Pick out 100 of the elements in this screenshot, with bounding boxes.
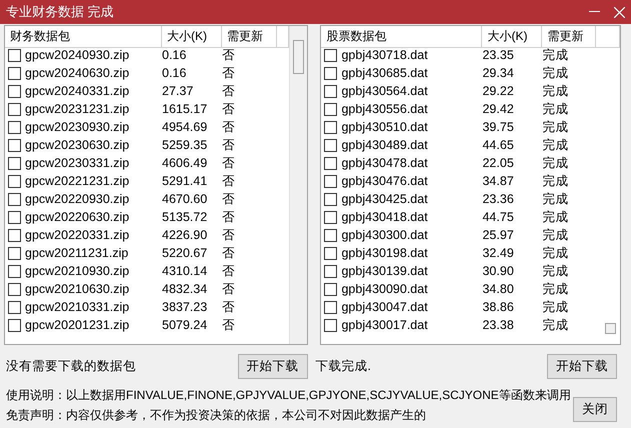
checkbox[interactable] (8, 210, 21, 224)
file-size: 4670.60 (162, 192, 208, 206)
checkbox[interactable] (8, 246, 21, 260)
update-status: 否 (222, 46, 236, 64)
file-name: gpbj430510.dat (341, 120, 428, 134)
note-text: 使用说明：以上数据用FINVALUE,FINONE,GPJYVALUE,GPJYONE,SCJYVALUE,SCJYONE等函数来调用 (6, 387, 571, 404)
column-header[interactable]: 财务数据包 (5, 26, 162, 48)
column-header[interactable]: 需更新 (542, 26, 596, 48)
update-status: 否 (222, 82, 236, 100)
checkbox[interactable] (324, 84, 338, 98)
file-name: gpbj430139.dat (341, 264, 428, 278)
file-name: gpcw20210630.zip (25, 282, 130, 296)
start-download-button[interactable]: 开始下载 (547, 354, 617, 378)
close-button[interactable]: 关闭 (573, 397, 617, 422)
checkbox[interactable] (324, 48, 338, 62)
file-name: gpbj430047.dat (341, 300, 428, 314)
file-name: gpbj430718.dat (341, 48, 428, 62)
start-download-button[interactable]: 开始下载 (238, 354, 308, 378)
checkbox[interactable] (8, 192, 21, 206)
file-size: 4310.14 (162, 264, 208, 278)
file-size: 23.35 (482, 48, 515, 62)
file-size: 44.65 (482, 138, 515, 152)
checkbox[interactable] (324, 66, 338, 80)
file-name: gpcw20240630.zip (25, 66, 130, 80)
file-size: 27.37 (162, 84, 194, 98)
file-name: gpcw20231231.zip (25, 102, 130, 116)
file-name: gpbj430418.dat (341, 210, 428, 224)
checkbox[interactable] (8, 156, 21, 170)
file-name: gpbj430556.dat (341, 102, 428, 116)
update-status: 否 (222, 118, 236, 136)
update-status: 否 (222, 226, 236, 244)
checkbox[interactable] (8, 66, 21, 80)
file-size: 4606.49 (162, 156, 208, 170)
checkbox[interactable] (324, 264, 338, 278)
file-name: gpcw20220331.zip (25, 228, 130, 242)
file-size: 34.87 (482, 174, 515, 188)
file-size: 29.22 (482, 84, 515, 98)
file-name: gpbj430685.dat (341, 66, 428, 80)
checkbox[interactable] (324, 228, 338, 242)
file-size: 5259.35 (162, 138, 208, 152)
checkbox[interactable] (324, 102, 338, 116)
checkbox[interactable] (324, 156, 338, 170)
update-status: 完成 (542, 262, 570, 280)
file-size: 44.75 (482, 210, 515, 224)
file-size: 1615.17 (162, 102, 208, 116)
update-status: 完成 (542, 118, 570, 136)
file-name: gpbj430017.dat (341, 318, 428, 332)
checkbox[interactable] (324, 318, 338, 332)
file-size: 22.05 (482, 156, 515, 170)
update-status: 完成 (542, 190, 570, 208)
column-header[interactable]: 大小(K) (482, 26, 542, 48)
checkbox[interactable] (8, 264, 21, 278)
file-name: gpbj430476.dat (341, 174, 428, 188)
checkbox[interactable] (8, 282, 21, 296)
update-status: 完成 (542, 82, 570, 100)
window-title: 专业财务数据 完成 (6, 3, 114, 21)
checkbox[interactable] (8, 318, 21, 332)
column-header[interactable]: 股票数据包 (321, 26, 482, 48)
checkbox[interactable] (324, 300, 338, 314)
column-header[interactable]: 需更新 (222, 26, 277, 48)
file-name: gpbj430564.dat (341, 84, 428, 98)
checkbox[interactable] (324, 174, 338, 188)
scrollbar[interactable] (289, 26, 308, 344)
file-name: gpcw20220930.zip (25, 192, 130, 206)
checkbox[interactable] (324, 192, 338, 206)
file-name: gpcw20240930.zip (25, 48, 130, 62)
close-icon[interactable] (614, 6, 625, 18)
checkbox[interactable] (8, 174, 21, 188)
file-size: 4226.90 (162, 228, 208, 242)
file-name: gpbj430090.dat (341, 282, 428, 296)
note-text: 免责声明：内容仅供参考，不作为投资决策的依据，本公司不对因此数据产生的 (6, 407, 427, 424)
update-status: 否 (222, 154, 236, 172)
update-status: 完成 (542, 280, 570, 298)
file-name: gpcw20210930.zip (25, 264, 130, 278)
checkbox[interactable] (324, 120, 338, 134)
status-text: 下载完成. (316, 358, 371, 374)
update-status: 完成 (542, 244, 570, 262)
checkbox[interactable] (8, 120, 21, 134)
file-size: 34.80 (482, 282, 515, 296)
file-size: 38.86 (482, 300, 515, 314)
file-name: gpcw20230331.zip (25, 156, 130, 170)
file-name: gpcw20211231.zip (25, 246, 128, 260)
file-name: gpbj430425.dat (341, 192, 428, 206)
checkbox[interactable] (324, 246, 338, 260)
file-size: 4832.34 (162, 282, 208, 296)
checkbox[interactable] (8, 102, 21, 116)
checkbox[interactable] (324, 282, 338, 296)
file-name: gpbj430489.dat (341, 138, 428, 152)
checkbox[interactable] (8, 48, 21, 62)
checkbox[interactable] (8, 138, 21, 152)
checkbox[interactable] (324, 210, 338, 224)
minimize-icon[interactable] (589, 11, 600, 13)
checkbox[interactable] (8, 300, 21, 314)
scrollbar-thumb[interactable] (293, 40, 304, 74)
column-header[interactable]: 大小(K) (162, 26, 222, 48)
checkbox[interactable] (8, 84, 21, 98)
checkbox[interactable] (8, 228, 21, 242)
update-status: 完成 (542, 46, 570, 64)
checkbox[interactable] (324, 138, 338, 152)
update-status: 否 (222, 280, 236, 298)
